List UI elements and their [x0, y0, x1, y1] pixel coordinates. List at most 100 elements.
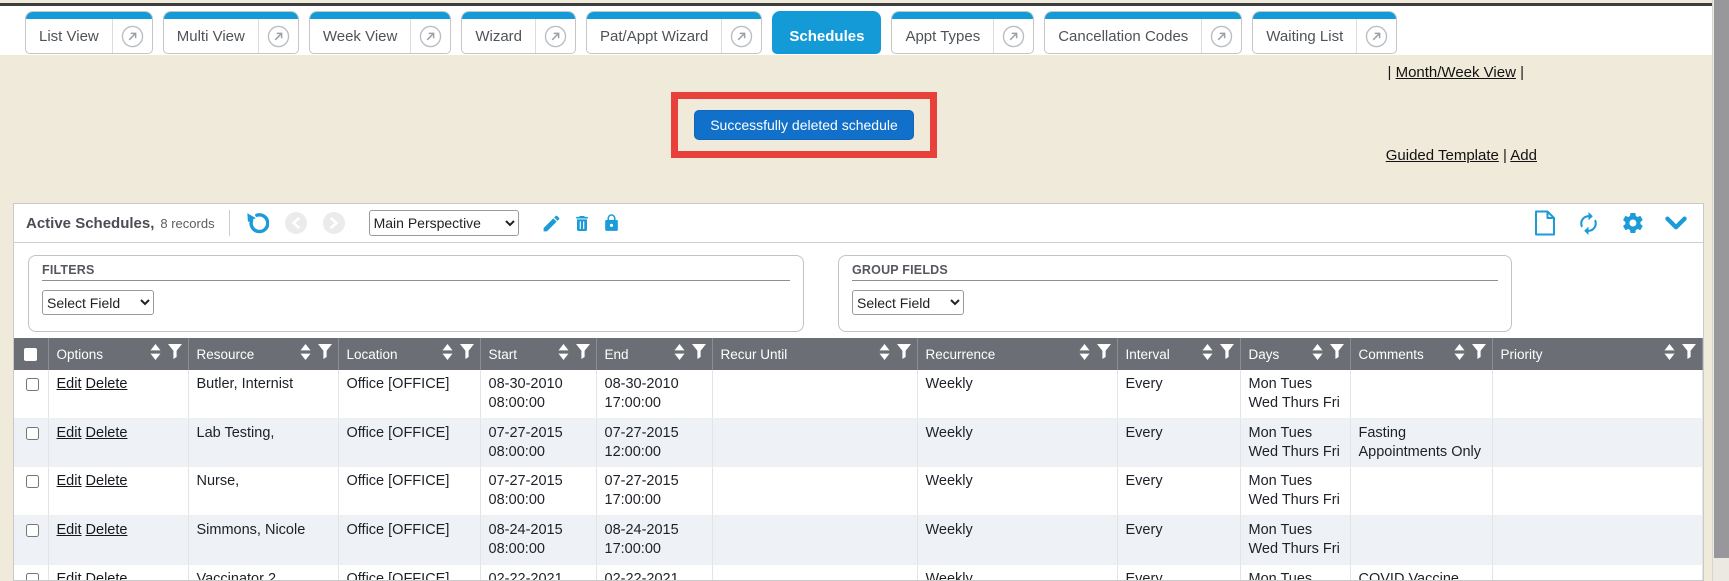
sort-icon[interactable] — [674, 344, 685, 365]
interval-cell: Every — [1117, 467, 1240, 516]
edit-link[interactable]: Edit — [57, 571, 82, 581]
sort-icon[interactable] — [879, 344, 890, 365]
add-link[interactable]: Add — [1510, 147, 1537, 164]
sort-icon[interactable] — [300, 344, 311, 365]
group-fields-select[interactable]: Select Field — [852, 290, 964, 315]
priority-cell — [1492, 564, 1703, 581]
select-all-header[interactable] — [14, 338, 48, 370]
edit-link[interactable]: Edit — [57, 376, 82, 392]
column-header-end[interactable]: End — [596, 338, 712, 370]
chevron-down-icon[interactable] — [1665, 216, 1687, 231]
toolbar-right-icons — [1534, 210, 1691, 236]
delete-link[interactable]: Delete — [86, 376, 128, 392]
row-select-cell — [14, 418, 48, 467]
sort-icon[interactable] — [1664, 344, 1675, 365]
sort-icon[interactable] — [150, 344, 161, 365]
sort-icon[interactable] — [1454, 344, 1465, 365]
lock-icon[interactable] — [602, 213, 621, 233]
resource-cell: Butler, Internist — [188, 370, 338, 418]
refresh-icon[interactable] — [1576, 211, 1601, 236]
success-notification[interactable]: Successfully deleted schedule — [694, 110, 914, 140]
end-cell: 02-22-2021 — [596, 564, 712, 581]
filter-funnel-icon[interactable] — [318, 344, 332, 364]
sort-icon[interactable] — [1202, 344, 1213, 365]
column-header-interval[interactable]: Interval — [1117, 338, 1240, 370]
column-header-recurrence[interactable]: Recurrence — [917, 338, 1117, 370]
delete-link[interactable]: Delete — [86, 571, 128, 581]
sort-icon[interactable] — [1079, 344, 1090, 365]
filters-field-select[interactable]: Select Field — [42, 290, 154, 315]
delete-link[interactable]: Delete — [86, 425, 128, 441]
tab-list-view[interactable]: List View — [25, 11, 153, 54]
month-week-view-link[interactable]: Month/Week View — [1396, 64, 1516, 81]
toolbar-divider — [229, 210, 230, 236]
column-header-recur-until[interactable]: Recur Until — [712, 338, 917, 370]
delete-link[interactable]: Delete — [86, 522, 128, 538]
tab-accent-bar — [164, 12, 298, 19]
recurrence-cell: Weekly — [917, 516, 1117, 565]
tab-pat-appt-wizard[interactable]: Pat/Appt Wizard — [586, 11, 762, 54]
options-cell: Edit Delete — [48, 467, 188, 516]
filters-fieldset: FILTERS Select Field — [28, 255, 804, 332]
column-header-options[interactable]: Options — [48, 338, 188, 370]
tab-label: Appt Types — [892, 21, 993, 45]
vertical-scrollbar[interactable] — [1712, 0, 1729, 581]
row-checkbox[interactable] — [26, 427, 39, 440]
filter-funnel-icon[interactable] — [897, 344, 911, 364]
tab-waiting-list[interactable]: Waiting List — [1252, 11, 1397, 54]
delete-link[interactable]: Delete — [86, 473, 128, 489]
tab-cancellation-codes[interactable]: Cancellation Codes — [1044, 11, 1242, 54]
column-header-start[interactable]: Start — [480, 338, 596, 370]
tab-appt-types[interactable]: Appt Types — [891, 11, 1034, 54]
end-cell: 07-27-201512:00:00 — [596, 418, 712, 467]
tab-wizard[interactable]: Wizard — [461, 11, 576, 54]
column-header-label: Comments — [1359, 347, 1450, 362]
days-cell: Mon Tues Wed — [1240, 564, 1350, 581]
filter-funnel-icon[interactable] — [460, 344, 474, 364]
edit-link[interactable]: Edit — [57, 473, 82, 489]
column-header-comments[interactable]: Comments — [1350, 338, 1492, 370]
row-checkbox[interactable] — [26, 573, 39, 581]
start-cell: 07-27-201508:00:00 — [480, 467, 596, 516]
sort-icon[interactable] — [442, 344, 453, 365]
perspective-select[interactable]: Main Perspective — [369, 210, 519, 236]
row-checkbox[interactable] — [26, 475, 39, 488]
chevron-left-icon[interactable] — [285, 212, 307, 234]
scrollbar-thumb[interactable] — [1714, 0, 1729, 558]
tab-week-view[interactable]: Week View — [309, 11, 451, 54]
table-row: Edit DeleteButler, InternistOffice [OFFI… — [14, 370, 1703, 418]
sort-icon[interactable] — [558, 344, 569, 365]
filter-funnel-icon[interactable] — [692, 344, 706, 364]
chevron-right-icon[interactable] — [323, 212, 345, 234]
recur-until-cell — [712, 516, 917, 565]
tab-multi-view[interactable]: Multi View — [163, 11, 299, 54]
row-checkbox[interactable] — [26, 378, 39, 391]
pencil-icon[interactable] — [541, 213, 562, 234]
gear-icon[interactable] — [1621, 211, 1645, 235]
column-header-resource[interactable]: Resource — [188, 338, 338, 370]
filter-funnel-icon[interactable] — [1330, 344, 1344, 364]
sort-icon[interactable] — [1312, 344, 1323, 365]
filter-funnel-icon[interactable] — [168, 344, 182, 364]
filters-section: FILTERS Select Field GROUP FIELDS Select… — [14, 243, 1703, 338]
edit-link[interactable]: Edit — [57, 425, 82, 441]
edit-link[interactable]: Edit — [57, 522, 82, 538]
document-icon[interactable] — [1534, 210, 1556, 236]
filter-funnel-icon[interactable] — [1220, 344, 1234, 364]
filter-funnel-icon[interactable] — [1097, 344, 1111, 364]
end-cell: 08-30-201017:00:00 — [596, 370, 712, 418]
undo-icon[interactable] — [244, 211, 269, 236]
guided-template-link[interactable]: Guided Template — [1386, 147, 1499, 164]
column-header-location[interactable]: Location — [338, 338, 480, 370]
row-checkbox[interactable] — [26, 524, 39, 537]
filter-funnel-icon[interactable] — [576, 344, 590, 364]
column-header-days[interactable]: Days — [1240, 338, 1350, 370]
select-all-checkbox[interactable] — [24, 348, 37, 361]
filter-funnel-icon[interactable] — [1472, 344, 1486, 364]
recur-until-cell — [712, 370, 917, 418]
filter-funnel-icon[interactable] — [1682, 344, 1696, 364]
days-cell: Mon Tues Wed Thurs Fri — [1240, 418, 1350, 467]
column-header-priority[interactable]: Priority — [1492, 338, 1703, 370]
trash-icon[interactable] — [572, 213, 592, 234]
tab-schedules[interactable]: Schedules — [772, 11, 881, 54]
